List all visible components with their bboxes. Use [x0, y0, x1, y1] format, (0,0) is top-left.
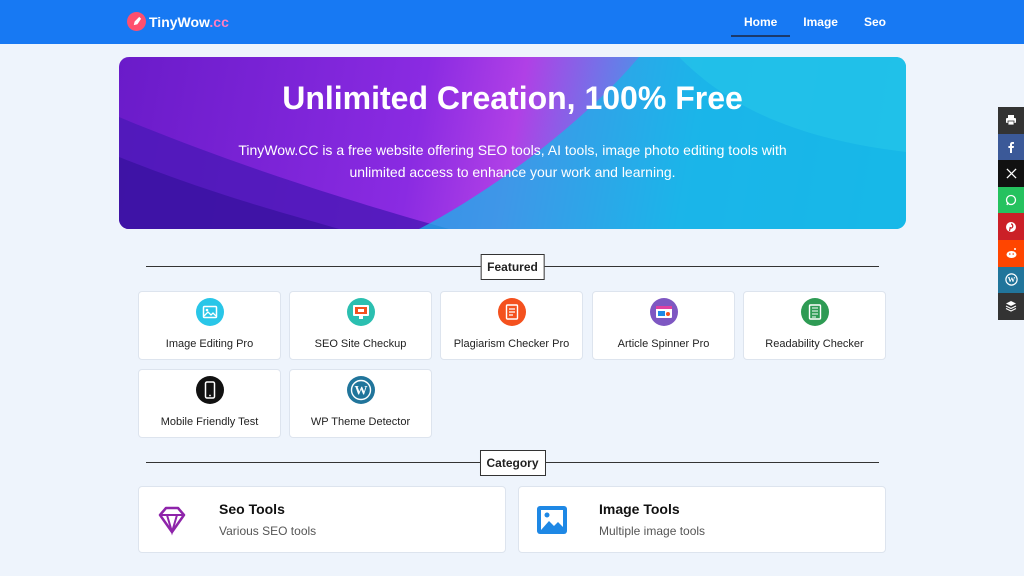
tool-card-readability-checker[interactable]: Readability Checker: [743, 291, 886, 360]
reddit-icon[interactable]: [998, 239, 1024, 267]
category-heading-label: Category: [479, 450, 546, 476]
tool-card-label: Article Spinner Pro: [617, 338, 710, 350]
buffer-icon[interactable]: [998, 293, 1024, 320]
tool-card-label: Plagiarism Checker Pro: [453, 338, 570, 350]
category-subtitle: Multiple image tools: [599, 524, 706, 538]
nav-image[interactable]: Image: [790, 0, 851, 44]
document-check-icon: [498, 298, 526, 326]
hero-title: Unlimited Creation, 100% Free: [282, 80, 743, 116]
tool-card-wp-theme-detector[interactable]: W WP Theme Detector: [289, 369, 432, 438]
pinterest-icon[interactable]: [998, 213, 1024, 240]
tool-card-mobile-friendly-test[interactable]: Mobile Friendly Test: [138, 369, 281, 438]
hero-banner: Unlimited Creation, 100% Free TinyWow.CC…: [119, 57, 906, 229]
document-text-icon: [801, 298, 829, 326]
mobile-phone-icon: [196, 376, 224, 404]
wordpress-icon: W: [347, 376, 375, 404]
category-card-image-tools[interactable]: Image Tools Multiple image tools: [518, 486, 886, 553]
diamond-icon: [155, 503, 189, 537]
site-logo[interactable]: TinyWow.cc: [127, 12, 229, 31]
share-sidebar: W: [998, 107, 1024, 320]
whatsapp-icon[interactable]: [998, 186, 1024, 214]
tool-card-label: WP Theme Detector: [310, 416, 411, 428]
print-icon[interactable]: [998, 107, 1024, 134]
nav-home[interactable]: Home: [730, 0, 791, 44]
top-navbar: TinyWow.cc Home Image Seo: [0, 0, 1024, 44]
nav-seo[interactable]: Seo: [851, 0, 899, 44]
tool-card-seo-site-checkup[interactable]: SEO Site Checkup: [289, 291, 432, 360]
hero-subtitle: TinyWow.CC is a free website offering SE…: [238, 142, 787, 180]
main-nav: Home Image Seo: [730, 0, 899, 44]
seo-monitor-icon: [347, 298, 375, 326]
logo-text: TinyWow.cc: [149, 13, 229, 30]
svg-text:W: W: [1007, 276, 1015, 285]
image-icon: [196, 298, 224, 326]
featured-heading-label: Featured: [480, 254, 545, 280]
category-subtitle: Various SEO tools: [219, 524, 317, 538]
svg-text:W: W: [355, 383, 368, 398]
wordpress-icon[interactable]: W: [998, 266, 1024, 294]
x-twitter-icon[interactable]: [998, 160, 1024, 187]
tool-card-article-spinner-pro[interactable]: Article Spinner Pro: [592, 291, 735, 360]
category-title: Seo Tools: [219, 501, 285, 517]
browser-window-icon: [650, 298, 678, 326]
facebook-icon[interactable]: [998, 133, 1024, 161]
tool-card-plagiarism-checker-pro[interactable]: Plagiarism Checker Pro: [440, 291, 583, 360]
featured-section-heading: Featured: [146, 254, 879, 280]
tool-card-image-editing-pro[interactable]: Image Editing Pro: [138, 291, 281, 360]
category-section-heading: Category: [146, 450, 879, 476]
tool-card-label: Image Editing Pro: [165, 338, 254, 350]
logo-icon: [127, 12, 146, 31]
tool-card-label: Mobile Friendly Test: [160, 416, 259, 428]
image-icon: [535, 503, 569, 537]
tool-card-label: Readability Checker: [765, 338, 864, 350]
category-card-seo-tools[interactable]: Seo Tools Various SEO tools: [138, 486, 506, 553]
tool-card-label: SEO Site Checkup: [314, 338, 407, 350]
category-title: Image Tools: [599, 501, 680, 517]
